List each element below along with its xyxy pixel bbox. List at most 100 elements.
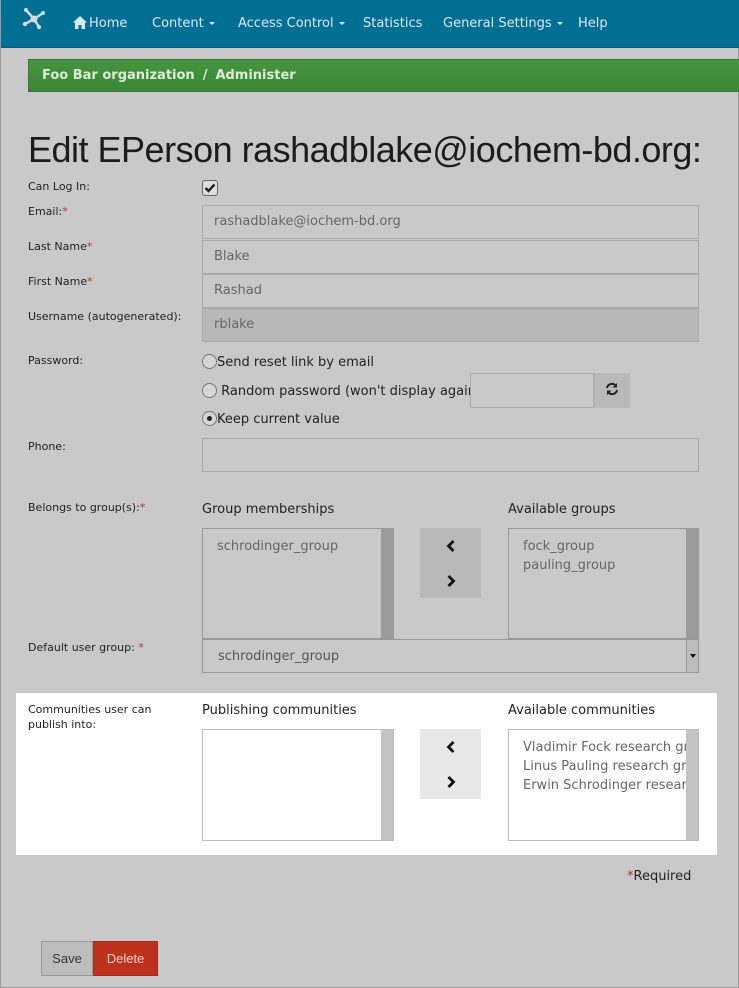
nav-statistics[interactable]: Statistics (363, 16, 422, 31)
scrollbar[interactable] (381, 529, 393, 638)
radio-random-password[interactable] (202, 383, 217, 398)
available-groups-list[interactable]: fock_group pauling_group (508, 528, 699, 639)
chevron-right-icon (447, 574, 455, 587)
publishing-communities-list[interactable] (202, 729, 394, 841)
checkmark-icon (204, 183, 216, 193)
email-label: Email:* (28, 204, 68, 219)
available-communities-list[interactable]: Vladimir Fock research group Linus Pauli… (508, 729, 699, 841)
breadcrumb: Foo Bar organization / Administer (28, 59, 739, 92)
caret-down-icon (338, 22, 345, 25)
network-logo-icon[interactable] (21, 6, 47, 30)
password-label: Password: (28, 354, 84, 367)
communities-label: Communities user can publish into: (28, 702, 151, 732)
regenerate-password-button[interactable] (594, 373, 630, 408)
publishing-communities-header: Publishing communities (202, 703, 357, 718)
default-group-label-text: Default user group: (28, 641, 139, 654)
password-option-keep[interactable]: Keep current value (202, 411, 340, 427)
last-name-label: Last Name* (28, 239, 92, 254)
list-item[interactable]: Vladimir Fock research group (523, 738, 698, 757)
nav-access-control-label: Access Control (238, 16, 334, 31)
communities-panel: Communities user can publish into: Publi… (16, 693, 717, 855)
required-asterisk: * (86, 240, 93, 253)
scrollbar[interactable] (686, 730, 698, 840)
communities-label-line1: Communities user can (28, 703, 152, 716)
nav-general-settings-label: General Settings (443, 16, 552, 31)
delete-button[interactable]: Delete (93, 941, 158, 976)
scrollbar[interactable] (381, 730, 393, 840)
required-note: *Required (627, 869, 691, 884)
page-title: Edit EPerson rashadblake@iochem-bd.org: (28, 129, 702, 170)
radio-reset-link-label: Send reset link by email (217, 355, 374, 370)
chevron-right-icon (447, 775, 455, 788)
refresh-icon (606, 382, 618, 396)
required-asterisk: * (87, 275, 93, 288)
community-move-buttons (420, 729, 481, 799)
group-memberships-header: Group memberships (202, 502, 335, 517)
groups-label: Belongs to group(s):* (28, 500, 145, 515)
nav-help[interactable]: Help (578, 16, 608, 31)
caret-down-icon (208, 22, 215, 25)
caret-down-icon (556, 22, 563, 25)
first-name-label-text: First Name (28, 275, 88, 288)
phone-field[interactable] (202, 438, 699, 472)
email-label-text: Email: (28, 205, 63, 218)
list-item[interactable]: fock_group (523, 537, 698, 556)
nav-help-label: Help (578, 16, 608, 31)
password-option-reset-link[interactable]: Send reset link by email (202, 354, 374, 370)
breadcrumb-organization[interactable]: Foo Bar organization (42, 68, 195, 83)
move-group-right-button[interactable] (420, 563, 481, 598)
nav-content-label: Content (152, 16, 204, 31)
nav-home-label: Home (89, 16, 128, 31)
username-field: rblake (202, 308, 699, 342)
breadcrumb-administer[interactable]: Administer (215, 68, 295, 83)
move-community-right-button[interactable] (420, 764, 481, 799)
random-password-field[interactable] (470, 373, 594, 408)
dropdown-arrow-icon[interactable] (686, 640, 698, 672)
required-asterisk: * (139, 501, 146, 514)
can-log-in-label: Can Log In: (28, 180, 90, 193)
save-button[interactable]: Save (41, 941, 93, 976)
group-memberships-list[interactable]: schrodinger_group (202, 528, 394, 639)
groups-label-text: Belongs to group(s): (28, 501, 140, 514)
radio-keep-current[interactable] (202, 411, 217, 426)
default-group-label: Default user group: * (28, 640, 144, 655)
communities-label-line2: publish into: (28, 718, 97, 731)
phone-label: Phone: (28, 440, 66, 453)
top-navbar: Home Content Access Control Statistics G… (1, 0, 739, 48)
breadcrumb-separator: / (202, 68, 208, 83)
nav-home[interactable]: Home (73, 16, 127, 31)
default-group-value: schrodinger_group (218, 649, 340, 664)
password-option-random[interactable]: Random password (won't display again) (202, 383, 481, 399)
available-communities-header: Available communities (508, 703, 655, 718)
last-name-field[interactable]: Blake (202, 240, 699, 274)
scrollbar[interactable] (686, 529, 698, 638)
first-name-label: First Name* (28, 274, 93, 289)
list-item[interactable]: schrodinger_group (217, 537, 393, 556)
group-move-buttons (420, 528, 481, 598)
available-groups-header: Available groups (508, 502, 616, 517)
radio-keep-current-label: Keep current value (217, 412, 340, 427)
nav-access-control[interactable]: Access Control (238, 16, 345, 31)
nav-content[interactable]: Content (152, 16, 215, 31)
default-group-select[interactable]: schrodinger_group (202, 639, 699, 673)
chevron-left-icon (446, 539, 454, 552)
last-name-label-text: Last Name (28, 240, 87, 253)
required-asterisk: * (62, 205, 68, 218)
radio-reset-link[interactable] (202, 354, 217, 369)
can-log-in-checkbox[interactable] (202, 180, 218, 196)
list-item[interactable]: Linus Pauling research group (523, 757, 698, 776)
username-label: Username (autogenerated): (28, 310, 182, 323)
move-community-left-button[interactable] (420, 729, 481, 764)
list-item[interactable]: pauling_group (523, 556, 698, 575)
move-group-left-button[interactable] (420, 528, 481, 563)
email-field[interactable]: rashadblake@iochem-bd.org (202, 205, 699, 239)
home-icon (73, 16, 87, 29)
nav-statistics-label: Statistics (363, 16, 423, 31)
nav-general-settings[interactable]: General Settings (443, 16, 563, 31)
first-name-field[interactable]: Rashad (202, 274, 699, 308)
required-asterisk: * (138, 641, 144, 654)
chevron-left-icon (446, 740, 454, 753)
radio-random-password-label: Random password (won't display again) (221, 384, 482, 399)
required-note-text: Required (633, 869, 692, 884)
list-item[interactable]: Erwin Schrodinger research group (523, 776, 698, 795)
